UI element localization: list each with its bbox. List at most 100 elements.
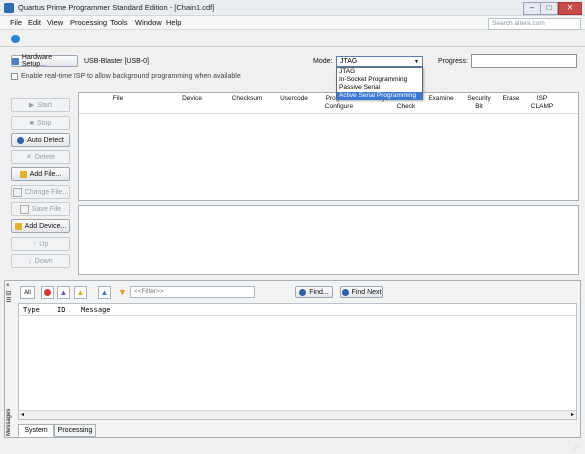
dock-icon[interactable]: ⊟	[6, 290, 15, 297]
add-device-button[interactable]: Add Device...	[11, 219, 70, 233]
arrow-down-icon: ↓	[28, 257, 32, 265]
scroll-right-icon[interactable]: ▸	[571, 411, 574, 418]
mode-select-value: JTAG	[340, 58, 358, 65]
col-erase[interactable]: Erase	[499, 95, 523, 103]
tab-processing[interactable]: Processing	[54, 424, 96, 437]
critical-warning-filter-button[interactable]: ▲	[57, 286, 70, 299]
isp-checkbox[interactable]	[11, 73, 18, 80]
resize-grip-icon[interactable]: ⋰	[573, 444, 583, 452]
info-icon: ▲	[100, 288, 109, 297]
search-input[interactable]: Search altera.com	[488, 18, 581, 30]
chain-diagram-panel	[78, 205, 579, 275]
warning-filter-button[interactable]: ▲	[74, 286, 87, 299]
chevron-down-icon: ▼	[414, 58, 419, 65]
filter-input[interactable]: <<Filter>>	[130, 286, 255, 298]
menu-edit[interactable]: Edit	[28, 18, 41, 27]
col-message[interactable]: Message	[81, 306, 111, 314]
funnel-icon: ▼	[118, 287, 127, 297]
tab-system[interactable]: System	[18, 424, 54, 437]
delete-label: Delete	[34, 153, 56, 161]
delete-button[interactable]: ✕ Delete	[11, 150, 70, 164]
menu-view[interactable]: View	[47, 18, 63, 27]
find-next-button[interactable]: Find Next	[340, 286, 383, 298]
list-icon[interactable]: ☰	[6, 297, 15, 304]
error-filter-button[interactable]	[41, 286, 54, 299]
hardware-device: USB-Blaster [USB-0]	[84, 58, 149, 65]
col-security-bit[interactable]: Security Bit	[463, 95, 495, 111]
messages-list: Type ID Message ◂ ▸	[18, 303, 577, 420]
find-label: Find...	[309, 288, 329, 296]
col-checksum[interactable]: Checksum	[229, 95, 265, 103]
binoculars-icon	[17, 136, 25, 144]
add-device-icon	[14, 222, 22, 230]
menu-processing[interactable]: Processing	[70, 18, 107, 27]
col-examine[interactable]: Examine	[425, 95, 457, 103]
start-label: Start	[37, 101, 53, 109]
close-button[interactable]: ✕	[558, 2, 582, 15]
change-file-icon	[12, 187, 22, 197]
col-device[interactable]: Device	[179, 95, 205, 103]
start-button[interactable]: ▶ Start	[11, 98, 70, 112]
add-file-button[interactable]: Add File...	[11, 167, 70, 181]
down-button[interactable]: ↓ Down	[11, 254, 70, 268]
mode-select[interactable]: JTAG ▼	[336, 56, 423, 67]
app-icon	[4, 3, 14, 13]
arrow-up-icon: ↑	[32, 240, 37, 248]
hardware-setup-button[interactable]: Hardware Setup...	[11, 54, 78, 68]
messages-header: Type ID Message	[19, 304, 576, 316]
device-table: File Device Checksum Usercode Program/ C…	[78, 92, 579, 201]
down-label: Down	[34, 257, 53, 265]
col-isp-clamp[interactable]: ISP CLAMP	[527, 95, 557, 111]
col-id[interactable]: ID	[57, 306, 65, 314]
auto-detect-button[interactable]: Auto Detect	[11, 133, 70, 147]
minimize-button[interactable]: –	[523, 2, 541, 15]
col-isp-line2: CLAMP	[530, 103, 554, 110]
messages-tabs: System Processing	[18, 424, 138, 437]
messages-side-toolbar: × ⊟ ☰	[6, 283, 15, 323]
auto-detect-label: Auto Detect	[27, 136, 64, 144]
save-file-button[interactable]: Save File	[11, 202, 70, 216]
chat-bubble-icon[interactable]	[11, 35, 20, 43]
error-icon	[44, 289, 51, 296]
filter-all-button[interactable]: All	[20, 286, 35, 299]
save-file-label: Save File	[31, 205, 62, 213]
binoculars-icon	[299, 288, 307, 296]
stop-icon: ■	[29, 119, 34, 127]
add-file-label: Add File...	[29, 170, 62, 178]
up-label: Up	[39, 240, 49, 248]
title-bar: Quartus Prime Programmer Standard Editio…	[0, 0, 585, 16]
find-button[interactable]: Find...	[295, 286, 333, 298]
horizontal-scrollbar[interactable]: ◂ ▸	[19, 410, 576, 419]
col-file[interactable]: File	[109, 95, 127, 103]
stop-button[interactable]: ■ Stop	[11, 116, 70, 130]
isp-label: Enable real-time ISP to allow background…	[21, 73, 241, 80]
messages-side-label: Messages	[6, 408, 12, 436]
scroll-left-icon[interactable]: ◂	[21, 411, 24, 418]
mode-option-in-socket[interactable]: In-Socket Programming	[337, 76, 422, 84]
col-usercode[interactable]: Usercode	[277, 95, 311, 103]
table-header: File Device Checksum Usercode Program/ C…	[79, 93, 578, 114]
hardware-setup-label: Hardware Setup...	[21, 54, 53, 68]
menu-window[interactable]: Window	[135, 18, 162, 27]
hardware-icon	[12, 57, 19, 65]
maximize-button[interactable]: □	[540, 2, 558, 15]
mode-option-jtag[interactable]: JTAG	[337, 68, 422, 76]
critical-warning-icon: ▲	[59, 288, 68, 297]
menu-help[interactable]: Help	[166, 18, 181, 27]
menu-tools[interactable]: Tools	[110, 18, 128, 27]
binoculars-icon	[341, 288, 349, 296]
col-blank-line2: Check	[396, 103, 416, 110]
pin-icon[interactable]: ×	[6, 283, 15, 290]
info-filter-button[interactable]: ▲	[98, 286, 111, 299]
delete-icon: ✕	[25, 154, 32, 161]
toolbar	[0, 31, 585, 47]
add-device-label: Add Device...	[24, 222, 67, 230]
menu-file[interactable]: File	[10, 18, 22, 27]
col-isp-line1: ISP	[536, 95, 548, 102]
mode-option-passive-serial[interactable]: Passive Serial	[337, 84, 422, 92]
mode-option-active-serial[interactable]: Active Serial Programming	[337, 92, 422, 100]
change-file-button[interactable]: Change File...	[11, 185, 70, 199]
up-button[interactable]: ↑ Up	[11, 237, 70, 251]
col-type[interactable]: Type	[23, 306, 40, 314]
messages-toolbar: All ▲ ▲ ▲ ▼ <<Filter>>	[20, 286, 280, 299]
